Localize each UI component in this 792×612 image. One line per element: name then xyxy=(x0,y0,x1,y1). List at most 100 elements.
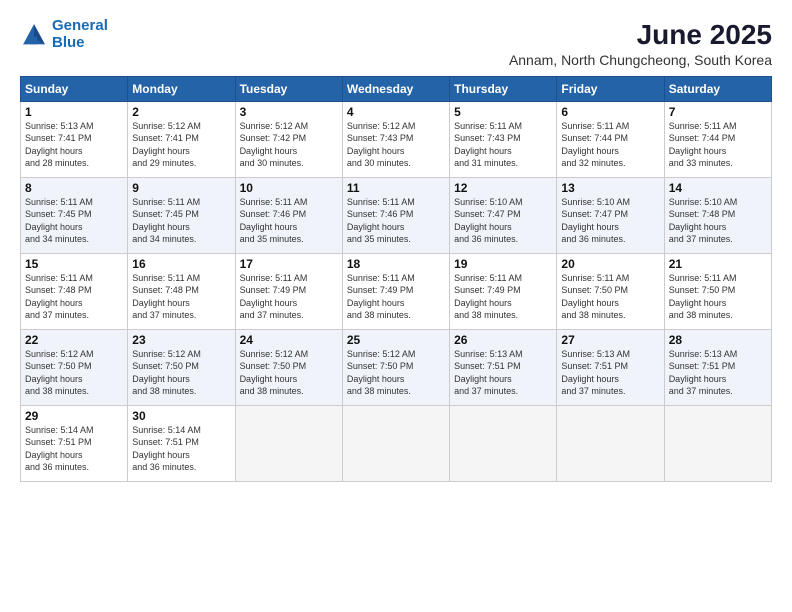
calendar-cell: 9 Sunrise: 5:11 AMSunset: 7:45 PMDayligh… xyxy=(128,177,235,253)
day-number: 28 xyxy=(669,333,767,347)
calendar-cell: 23 Sunrise: 5:12 AMSunset: 7:50 PMDaylig… xyxy=(128,329,235,405)
calendar-cell: 21 Sunrise: 5:11 AMSunset: 7:50 PMDaylig… xyxy=(664,253,771,329)
day-number: 13 xyxy=(561,181,659,195)
day-number: 27 xyxy=(561,333,659,347)
calendar-week-row: 15 Sunrise: 5:11 AMSunset: 7:48 PMDaylig… xyxy=(21,253,772,329)
day-info: Sunrise: 5:11 AMSunset: 7:48 PMDaylight … xyxy=(25,272,123,322)
logo-general: General xyxy=(52,17,108,34)
calendar-header-thursday: Thursday xyxy=(450,76,557,101)
calendar-cell: 1 Sunrise: 5:13 AMSunset: 7:41 PMDayligh… xyxy=(21,101,128,177)
logo-blue: Blue xyxy=(52,34,85,51)
day-info: Sunrise: 5:11 AMSunset: 7:49 PMDaylight … xyxy=(240,272,338,322)
day-number: 18 xyxy=(347,257,445,271)
day-info: Sunrise: 5:11 AMSunset: 7:44 PMDaylight … xyxy=(561,120,659,170)
calendar-cell: 4 Sunrise: 5:12 AMSunset: 7:43 PMDayligh… xyxy=(342,101,449,177)
calendar-cell: 27 Sunrise: 5:13 AMSunset: 7:51 PMDaylig… xyxy=(557,329,664,405)
day-info: Sunrise: 5:12 AMSunset: 7:50 PMDaylight … xyxy=(25,348,123,398)
day-number: 23 xyxy=(132,333,230,347)
calendar-cell: 14 Sunrise: 5:10 AMSunset: 7:48 PMDaylig… xyxy=(664,177,771,253)
day-info: Sunrise: 5:12 AMSunset: 7:42 PMDaylight … xyxy=(240,120,338,170)
day-number: 20 xyxy=(561,257,659,271)
day-info: Sunrise: 5:10 AMSunset: 7:48 PMDaylight … xyxy=(669,196,767,246)
calendar-cell xyxy=(557,405,664,481)
calendar-cell: 28 Sunrise: 5:13 AMSunset: 7:51 PMDaylig… xyxy=(664,329,771,405)
calendar-cell: 12 Sunrise: 5:10 AMSunset: 7:47 PMDaylig… xyxy=(450,177,557,253)
day-info: Sunrise: 5:12 AMSunset: 7:50 PMDaylight … xyxy=(240,348,338,398)
calendar-cell: 24 Sunrise: 5:12 AMSunset: 7:50 PMDaylig… xyxy=(235,329,342,405)
day-info: Sunrise: 5:11 AMSunset: 7:46 PMDaylight … xyxy=(240,196,338,246)
day-info: Sunrise: 5:11 AMSunset: 7:46 PMDaylight … xyxy=(347,196,445,246)
day-number: 4 xyxy=(347,105,445,119)
day-number: 25 xyxy=(347,333,445,347)
calendar-cell xyxy=(235,405,342,481)
day-info: Sunrise: 5:11 AMSunset: 7:50 PMDaylight … xyxy=(669,272,767,322)
calendar-header-friday: Friday xyxy=(557,76,664,101)
day-number: 6 xyxy=(561,105,659,119)
calendar-header-monday: Monday xyxy=(128,76,235,101)
day-info: Sunrise: 5:13 AMSunset: 7:51 PMDaylight … xyxy=(561,348,659,398)
calendar-cell: 29 Sunrise: 5:14 AMSunset: 7:51 PMDaylig… xyxy=(21,405,128,481)
day-number: 1 xyxy=(25,105,123,119)
day-info: Sunrise: 5:11 AMSunset: 7:49 PMDaylight … xyxy=(454,272,552,322)
calendar-cell: 17 Sunrise: 5:11 AMSunset: 7:49 PMDaylig… xyxy=(235,253,342,329)
subtitle: Annam, North Chungcheong, South Korea xyxy=(509,52,772,68)
calendar-table: SundayMondayTuesdayWednesdayThursdayFrid… xyxy=(20,76,772,482)
day-info: Sunrise: 5:11 AMSunset: 7:45 PMDaylight … xyxy=(132,196,230,246)
day-number: 7 xyxy=(669,105,767,119)
day-number: 11 xyxy=(347,181,445,195)
calendar-cell: 22 Sunrise: 5:12 AMSunset: 7:50 PMDaylig… xyxy=(21,329,128,405)
main-title: June 2025 xyxy=(509,18,772,52)
day-info: Sunrise: 5:11 AMSunset: 7:44 PMDaylight … xyxy=(669,120,767,170)
day-number: 30 xyxy=(132,409,230,423)
calendar-header-wednesday: Wednesday xyxy=(342,76,449,101)
calendar-cell: 13 Sunrise: 5:10 AMSunset: 7:47 PMDaylig… xyxy=(557,177,664,253)
day-number: 16 xyxy=(132,257,230,271)
day-number: 10 xyxy=(240,181,338,195)
calendar-week-row: 8 Sunrise: 5:11 AMSunset: 7:45 PMDayligh… xyxy=(21,177,772,253)
calendar-cell: 15 Sunrise: 5:11 AMSunset: 7:48 PMDaylig… xyxy=(21,253,128,329)
day-info: Sunrise: 5:11 AMSunset: 7:45 PMDaylight … xyxy=(25,196,123,246)
calendar-header-row: SundayMondayTuesdayWednesdayThursdayFrid… xyxy=(21,76,772,101)
calendar-cell: 30 Sunrise: 5:14 AMSunset: 7:51 PMDaylig… xyxy=(128,405,235,481)
day-info: Sunrise: 5:11 AMSunset: 7:43 PMDaylight … xyxy=(454,120,552,170)
day-number: 15 xyxy=(25,257,123,271)
day-number: 9 xyxy=(132,181,230,195)
calendar-cell: 25 Sunrise: 5:12 AMSunset: 7:50 PMDaylig… xyxy=(342,329,449,405)
day-info: Sunrise: 5:12 AMSunset: 7:50 PMDaylight … xyxy=(132,348,230,398)
day-info: Sunrise: 5:12 AMSunset: 7:43 PMDaylight … xyxy=(347,120,445,170)
calendar-cell xyxy=(342,405,449,481)
day-info: Sunrise: 5:12 AMSunset: 7:50 PMDaylight … xyxy=(347,348,445,398)
day-info: Sunrise: 5:14 AMSunset: 7:51 PMDaylight … xyxy=(132,424,230,474)
day-number: 17 xyxy=(240,257,338,271)
calendar-cell: 20 Sunrise: 5:11 AMSunset: 7:50 PMDaylig… xyxy=(557,253,664,329)
calendar-cell: 6 Sunrise: 5:11 AMSunset: 7:44 PMDayligh… xyxy=(557,101,664,177)
calendar-cell: 16 Sunrise: 5:11 AMSunset: 7:48 PMDaylig… xyxy=(128,253,235,329)
day-info: Sunrise: 5:11 AMSunset: 7:49 PMDaylight … xyxy=(347,272,445,322)
day-info: Sunrise: 5:13 AMSunset: 7:41 PMDaylight … xyxy=(25,120,123,170)
day-info: Sunrise: 5:12 AMSunset: 7:41 PMDaylight … xyxy=(132,120,230,170)
day-number: 21 xyxy=(669,257,767,271)
logo: General Blue xyxy=(20,18,108,51)
calendar-cell: 3 Sunrise: 5:12 AMSunset: 7:42 PMDayligh… xyxy=(235,101,342,177)
day-number: 26 xyxy=(454,333,552,347)
day-number: 14 xyxy=(669,181,767,195)
day-info: Sunrise: 5:11 AMSunset: 7:48 PMDaylight … xyxy=(132,272,230,322)
day-number: 29 xyxy=(25,409,123,423)
calendar-cell: 19 Sunrise: 5:11 AMSunset: 7:49 PMDaylig… xyxy=(450,253,557,329)
calendar-cell: 18 Sunrise: 5:11 AMSunset: 7:49 PMDaylig… xyxy=(342,253,449,329)
calendar-header-tuesday: Tuesday xyxy=(235,76,342,101)
day-number: 8 xyxy=(25,181,123,195)
day-number: 2 xyxy=(132,105,230,119)
day-number: 19 xyxy=(454,257,552,271)
day-info: Sunrise: 5:13 AMSunset: 7:51 PMDaylight … xyxy=(454,348,552,398)
header: General Blue June 2025 Annam, North Chun… xyxy=(20,18,772,68)
day-number: 22 xyxy=(25,333,123,347)
day-info: Sunrise: 5:13 AMSunset: 7:51 PMDaylight … xyxy=(669,348,767,398)
day-info: Sunrise: 5:10 AMSunset: 7:47 PMDaylight … xyxy=(561,196,659,246)
day-info: Sunrise: 5:14 AMSunset: 7:51 PMDaylight … xyxy=(25,424,123,474)
page: General Blue June 2025 Annam, North Chun… xyxy=(0,0,792,612)
day-number: 24 xyxy=(240,333,338,347)
calendar-cell xyxy=(664,405,771,481)
day-number: 12 xyxy=(454,181,552,195)
calendar-cell: 10 Sunrise: 5:11 AMSunset: 7:46 PMDaylig… xyxy=(235,177,342,253)
